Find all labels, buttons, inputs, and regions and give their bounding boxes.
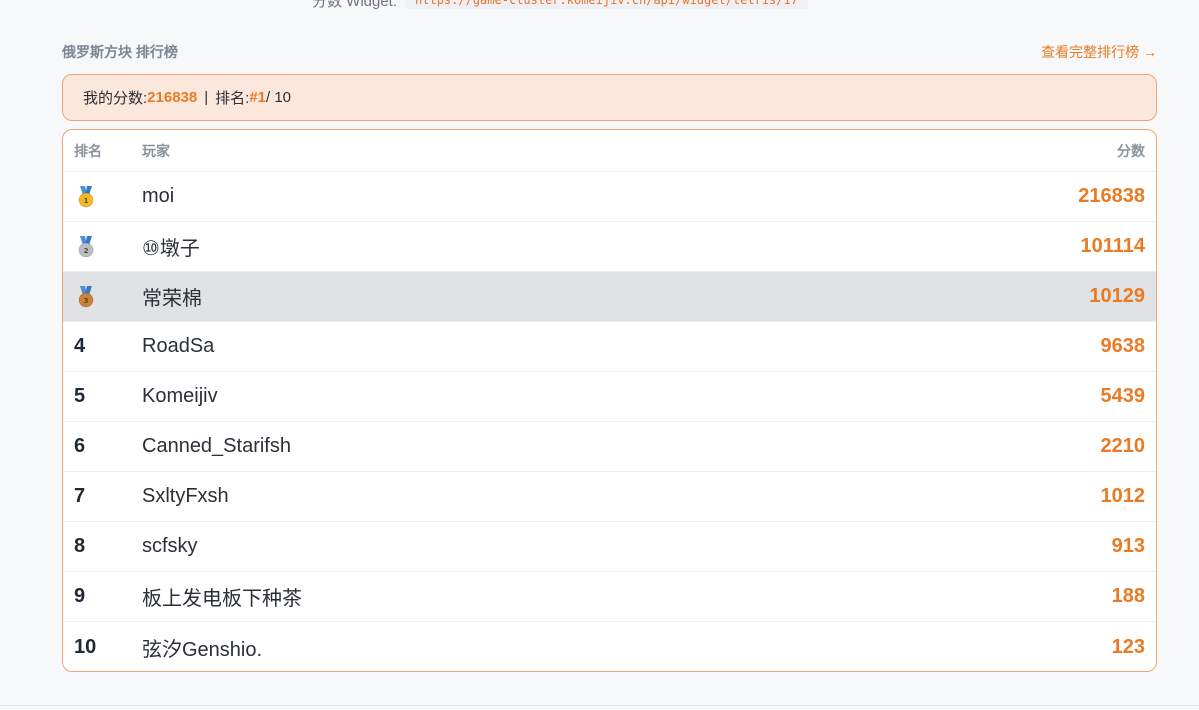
my-score-banner: 我的分数: 216838 | 排名: #1 / 10 [62,74,1157,121]
player-score: 2210 [1100,435,1146,457]
rank-medal-cell: 3 [63,285,142,308]
player-name: ⑩墩子 [142,238,200,260]
player-score: 5439 [1100,385,1146,407]
player-score: 188 [1111,585,1145,607]
rank-number: 9 [74,585,86,607]
svg-text:2: 2 [84,247,89,255]
player-name: 板上发电板下种茶 [142,588,302,610]
table-row[interactable]: 10 弦汐Genshio. 123 [63,622,1156,671]
rank-medal-cell: 1 [63,185,142,208]
rank-medal-cell: 2 [63,235,142,258]
rank-number: 4 [74,335,86,357]
rank-number: 7 [74,485,86,507]
leaderboard-table: 排名 玩家 分数 1 moi 216838 2 ⑩墩子 101114 3 常荣棉 10129 4 R… [62,129,1157,672]
my-rank-value: #1 [249,89,266,106]
player-score: 216838 [1078,185,1145,207]
silver-medal-icon: 2 [78,235,94,258]
table-header: 排名 玩家 分数 [63,130,1156,172]
player-name: 弦汐Genshio. [142,638,263,661]
table-row[interactable]: 3 常荣棉 10129 [63,272,1156,322]
player-name: scfsky [142,535,198,557]
svg-text:1: 1 [84,197,89,205]
score-widget-bar: 分数 Widget: https://game-cluster.komeijiv… [312,0,808,10]
player-score: 913 [1111,535,1145,557]
player-name: Komeijiv [142,385,218,407]
separator: | [204,89,209,106]
table-body: 1 moi 216838 2 ⑩墩子 101114 3 常荣棉 10129 4 RoadSa 9638… [63,172,1156,671]
my-score-label: 我的分数: [83,90,148,107]
rank-total: / 10 [266,89,292,106]
table-row[interactable]: 6 Canned_Starifsh 2210 [63,422,1156,472]
rank-number: 5 [74,385,86,407]
table-row[interactable]: 7 SxltyFxsh 1012 [63,472,1156,522]
widget-label: 分数 Widget: [312,0,398,10]
footer-divider [0,705,1199,706]
player-name: moi [142,185,175,207]
player-score: 9638 [1100,335,1146,357]
player-score: 123 [1111,635,1145,658]
gold-medal-icon: 1 [78,185,94,208]
view-full-leaderboard-link[interactable]: 查看完整排行榜 → [1041,42,1157,62]
rank-number: 10 [74,635,97,658]
header-player: 玩家 [142,142,170,159]
table-row[interactable]: 4 RoadSa 9638 [63,322,1156,372]
my-rank-label: 排名: [215,90,250,107]
player-score: 10129 [1089,285,1145,307]
my-score-value: 216838 [147,89,198,106]
leaderboard-title: 俄罗斯方块 排行榜 [62,44,178,60]
table-row[interactable]: 5 Komeijiv 5439 [63,372,1156,422]
table-row[interactable]: 1 moi 216838 [63,172,1156,222]
player-name: SxltyFxsh [142,485,229,507]
player-name: 常荣棉 [142,288,202,310]
svg-text:3: 3 [84,297,89,305]
player-name: Canned_Starifsh [142,435,291,457]
rank-number: 6 [74,435,86,457]
bronze-medal-icon: 3 [78,285,94,308]
table-row[interactable]: 2 ⑩墩子 101114 [63,222,1156,272]
player-score: 1012 [1100,485,1146,507]
header-rank: 排名 [74,142,102,159]
leaderboard-header: 俄罗斯方块 排行榜 查看完整排行榜 → [62,40,1157,64]
table-row[interactable]: 8 scfsky 913 [63,522,1156,572]
header-score: 分数 [1117,142,1145,159]
rank-number: 8 [74,535,86,557]
widget-url[interactable]: https://game-cluster.komeijiv.cn/api/wid… [405,0,808,9]
player-name: RoadSa [142,335,215,357]
table-row[interactable]: 9 板上发电板下种茶 188 [63,572,1156,622]
player-score: 101114 [1080,235,1145,257]
